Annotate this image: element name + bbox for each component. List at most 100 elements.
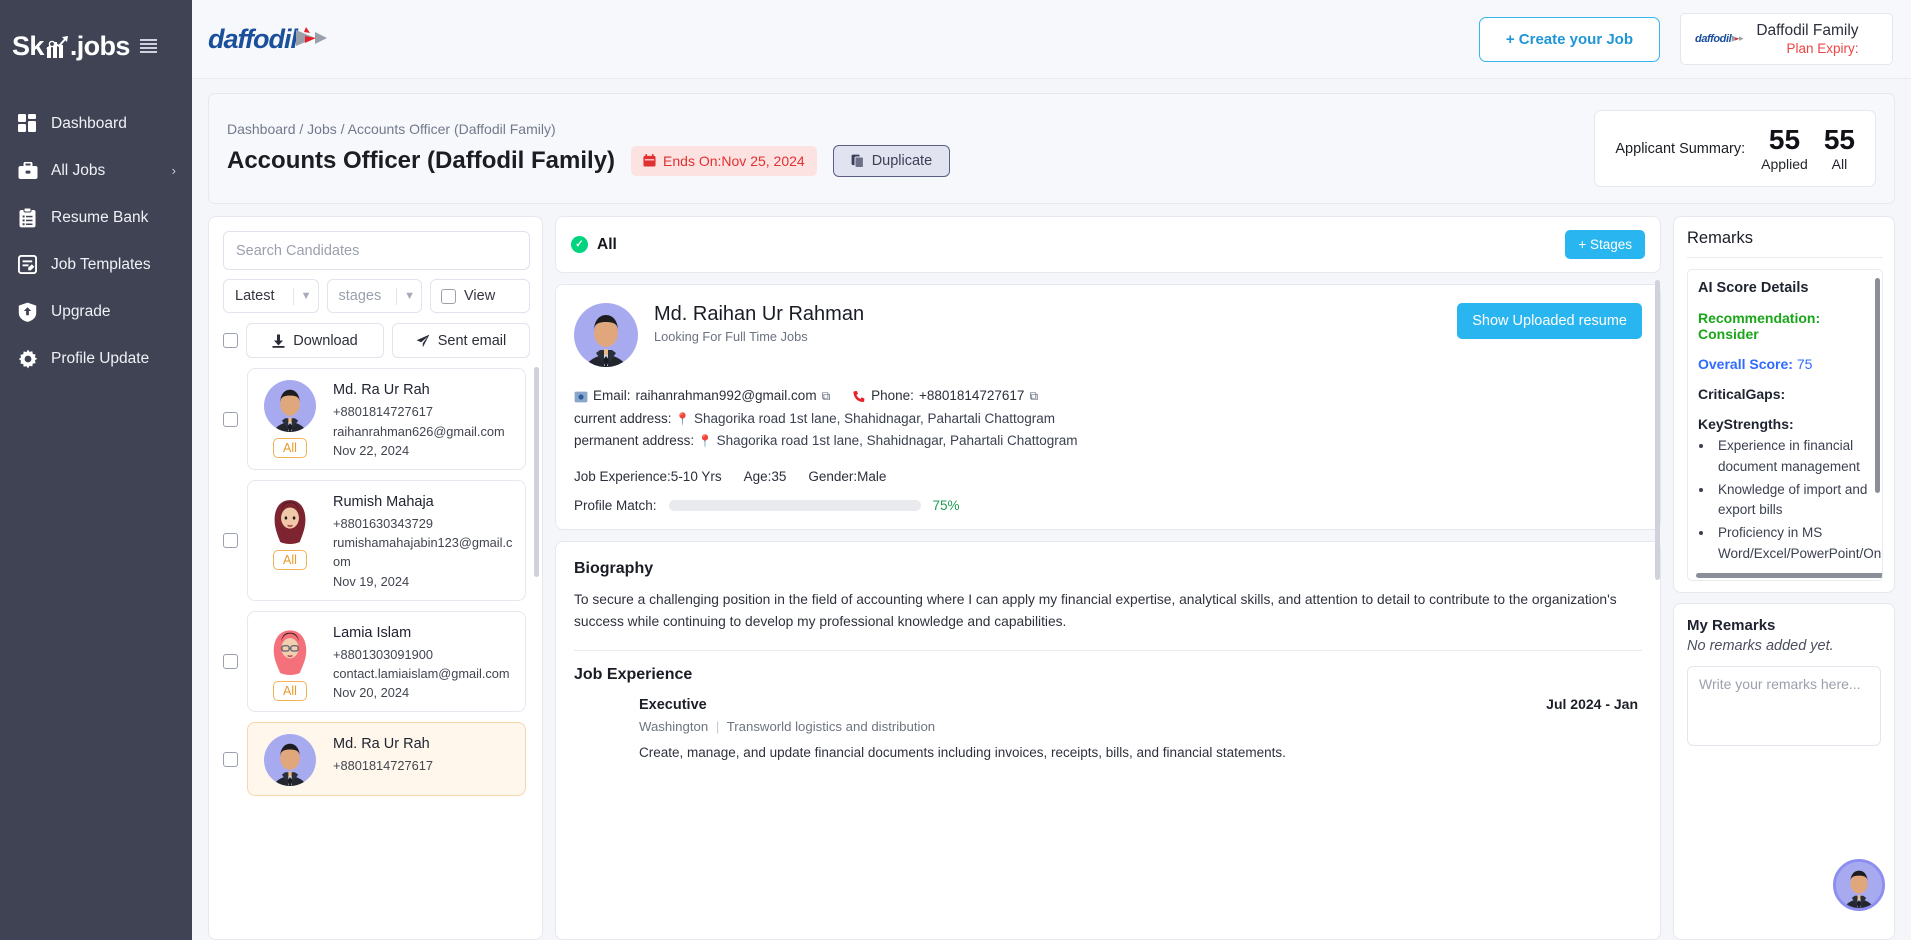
candidate-checkbox[interactable] xyxy=(223,751,238,767)
add-stages-button[interactable]: + Stages xyxy=(1565,230,1645,260)
action-row: Download Sent email xyxy=(223,323,530,359)
avatar xyxy=(264,623,316,675)
candidate-card[interactable]: All Rumish Mahaja +8801630343729 rumisha… xyxy=(247,479,526,601)
logo-graph-icon xyxy=(44,33,70,59)
profile-header: Md. Raihan Ur Rahman Looking For Full Ti… xyxy=(574,303,1642,367)
status-badge: All xyxy=(273,549,307,570)
candidate-list-scrollbar[interactable] xyxy=(534,367,539,578)
stages-select[interactable]: stages ▼ xyxy=(326,279,422,314)
applied-label: Applied xyxy=(1761,156,1808,173)
ai-box-vertical-scrollbar[interactable] xyxy=(1875,278,1880,494)
avatar xyxy=(264,492,316,544)
shield-up-icon xyxy=(17,301,38,322)
duplicate-button[interactable]: Duplicate xyxy=(832,144,951,177)
view-toggle[interactable]: View xyxy=(430,279,530,314)
create-job-button[interactable]: + Create your Job xyxy=(1478,16,1660,62)
current-address-line: current address: 📍 Shagorika road 1st la… xyxy=(574,408,1642,430)
candidate-checkbox[interactable] xyxy=(223,411,238,427)
candidate-left: All xyxy=(259,492,321,591)
breadcrumb[interactable]: Dashboard / Jobs / Accounts Officer (Daf… xyxy=(227,121,1574,137)
candidate-name: Md. Ra Ur Rah xyxy=(333,382,430,399)
view-label: View xyxy=(464,288,496,305)
sidebar-item-job-templates[interactable]: Job Templates xyxy=(0,241,192,288)
note-icon xyxy=(17,254,38,275)
briefcase-icon xyxy=(17,160,38,181)
copy-icon[interactable]: ⧉ xyxy=(822,387,831,407)
main-area: daffodil + Create your Job daffodil Daff… xyxy=(192,0,1911,940)
ai-score-box[interactable]: AI Score Details Recommendation: Conside… xyxy=(1687,269,1883,582)
ai-key-strengths-list: Experience in financial document managem… xyxy=(1714,436,1882,564)
candidate-card-selected[interactable]: Md. Ra Ur Rah +8801814727617 xyxy=(247,722,526,797)
email-label: Email: xyxy=(593,388,631,404)
calendar-icon xyxy=(643,154,656,167)
job-header-left: Dashboard / Jobs / Accounts Officer (Daf… xyxy=(227,121,1574,177)
candidate-email: contact.lamiaislam@gmail.com xyxy=(333,665,510,681)
status-badge: All xyxy=(273,680,307,701)
hamburger-icon[interactable] xyxy=(139,39,157,53)
ai-critical-gaps-label: CriticalGaps: xyxy=(1698,386,1786,403)
filter-row: Latest ▼ stages ▼ View xyxy=(223,279,530,314)
chevron-right-icon: › xyxy=(171,163,176,178)
sidebar-item-resume-bank[interactable]: Resume Bank xyxy=(0,194,192,241)
candidate-name: Md. Ra Ur Rah xyxy=(333,736,430,753)
sidebar-item-upgrade[interactable]: Upgrade xyxy=(0,288,192,335)
candidate-list[interactable]: All Md. Ra Ur Rah +8801814727617 raihanr… xyxy=(223,368,530,939)
profile-match-label: Profile Match: xyxy=(574,498,657,514)
profile-name: Md. Raihan Ur Rahman xyxy=(654,303,865,326)
ai-box-horizontal-scrollbar[interactable] xyxy=(1696,573,1882,579)
candidate-info: Md. Ra Ur Rah +8801814727617 raihanrahma… xyxy=(333,380,514,460)
candidate-email: rumishamahajabin123@gmail.com xyxy=(333,535,513,570)
show-uploaded-resume-button[interactable]: Show Uploaded resume xyxy=(1457,303,1642,340)
remarks-textarea[interactable] xyxy=(1687,666,1881,747)
floating-avatar-button[interactable] xyxy=(1833,859,1885,911)
download-button[interactable]: Download xyxy=(246,323,384,359)
profile-match-row: Profile Match: 75% xyxy=(574,498,1642,513)
topbar: daffodil + Create your Job daffodil Daff… xyxy=(192,0,1911,79)
experience-role: Executive xyxy=(639,697,707,714)
candidate-checkbox[interactable] xyxy=(223,532,238,548)
check-circle-icon: ✓ xyxy=(571,236,588,254)
view-checkbox[interactable] xyxy=(441,288,456,304)
status-badge: All xyxy=(273,438,307,459)
my-remarks-card: My Remarks No remarks added yet. xyxy=(1673,603,1895,940)
copy-icon[interactable]: ⧉ xyxy=(1029,387,1038,407)
candidate-card[interactable]: All Md. Ra Ur Rah +8801814727617 raihanr… xyxy=(247,368,526,470)
stage-all[interactable]: ✓ All xyxy=(571,236,617,254)
select-all-checkbox[interactable] xyxy=(223,333,238,349)
sidebar-item-profile-update[interactable]: Profile Update xyxy=(0,335,192,382)
gear-icon xyxy=(17,348,38,369)
content-area: Dashboard / Jobs / Accounts Officer (Daf… xyxy=(192,79,1911,940)
search-input[interactable] xyxy=(223,231,530,271)
candidate-checkbox[interactable] xyxy=(223,653,238,669)
sidebar-item-label: Profile Update xyxy=(51,349,150,367)
candidate-phone: +8801814727617 xyxy=(333,404,433,420)
list-item[interactable]: Md. Ra Ur Rah +8801814727617 xyxy=(223,722,526,797)
list-item[interactable]: All Rumish Mahaja +8801630343729 rumisha… xyxy=(223,479,526,601)
candidate-date: Nov 19, 2024 xyxy=(333,573,410,589)
profile-match-percent: 75% xyxy=(932,498,960,514)
avatar xyxy=(264,380,316,432)
ai-key-strength-item: Knowledge of import and export bills xyxy=(1714,480,1872,521)
sidebar-item-all-jobs[interactable]: All Jobs › xyxy=(0,147,192,194)
ai-key-strength-item: Proficiency in MS Word/Excel/PowerPoint/… xyxy=(1714,523,1882,564)
permanent-address-label: permanent address: xyxy=(574,432,695,448)
candidate-left: All xyxy=(259,380,321,460)
age-fact: Age:35 xyxy=(743,469,787,485)
detail-scrollbar[interactable] xyxy=(1655,280,1660,581)
daffodil-logo: daffodil xyxy=(208,24,328,55)
sidebar-item-label: Dashboard xyxy=(51,114,127,132)
applied-count: 55 xyxy=(1768,124,1801,155)
company-card[interactable]: daffodil Daffodil Family Plan Expiry: xyxy=(1680,13,1893,65)
list-item[interactable]: All Lamia Islam +8801303091900 contact.l… xyxy=(223,610,526,713)
sort-select[interactable]: Latest ▼ xyxy=(223,279,319,314)
sidebar: Sk .jobs Dashboard All Jobs › Resume Ban… xyxy=(0,0,192,940)
list-item[interactable]: All Md. Ra Ur Rah +8801814727617 raihanr… xyxy=(223,368,526,470)
sidebar-item-dashboard[interactable]: Dashboard xyxy=(0,100,192,147)
ai-overall-score-label: Overall Score: xyxy=(1698,356,1793,373)
candidate-card[interactable]: All Lamia Islam +8801303091900 contact.l… xyxy=(247,610,526,713)
download-label: Download xyxy=(293,332,358,349)
chevron-down-icon: ▼ xyxy=(300,290,312,303)
candidate-info: Lamia Islam +8801303091900 contact.lamia… xyxy=(333,623,514,703)
chevron-down-icon: ▼ xyxy=(404,290,415,303)
sent-email-button[interactable]: Sent email xyxy=(392,323,530,359)
